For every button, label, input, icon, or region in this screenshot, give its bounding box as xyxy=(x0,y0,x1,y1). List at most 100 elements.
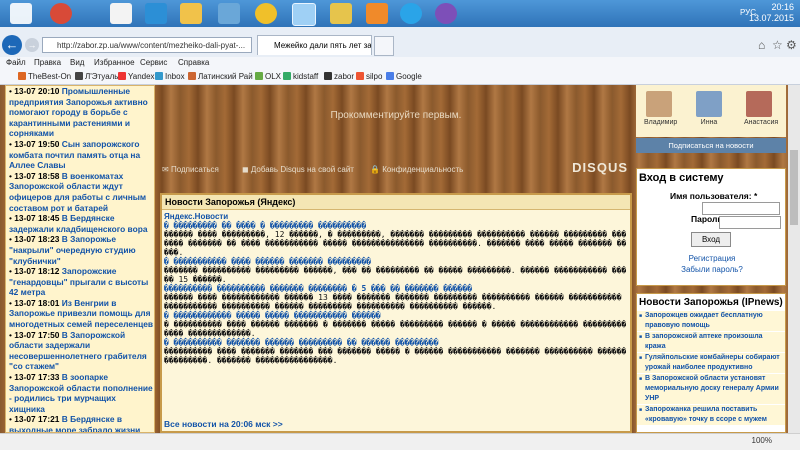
fav-letual[interactable]: Л'Этуаль xyxy=(75,72,118,81)
news-time: 13-07 17:33 xyxy=(14,372,60,383)
all-news-link[interactable]: Все новости на 20:06 мск >> xyxy=(164,419,283,429)
fav-silpo[interactable]: silpo xyxy=(356,72,382,81)
yandex-item-link[interactable]: � ���������� ������� ������ ��������� ��… xyxy=(164,338,628,347)
fav-inbox[interactable]: Inbox xyxy=(155,72,185,81)
ipnews-items: Запорожцев ожидает бесплатную правовую п… xyxy=(637,311,785,425)
right-sidebar: Владимир Инна Анастасия Подписаться на н… xyxy=(636,85,788,433)
fav-kidstaff[interactable]: kidstaff xyxy=(283,72,318,81)
menu-help[interactable]: Справка xyxy=(178,58,209,67)
windows-start-icon[interactable] xyxy=(10,3,32,24)
password-input[interactable] xyxy=(719,216,781,229)
plane-taskbar-icon[interactable] xyxy=(145,3,167,24)
book-taskbar-icon[interactable] xyxy=(110,3,132,24)
avatar xyxy=(696,91,722,117)
viber-taskbar-icon[interactable] xyxy=(435,3,457,24)
fav-thebest[interactable]: TheBest-On xyxy=(18,72,71,81)
register-link[interactable]: Регистрация xyxy=(637,254,787,263)
menu-bar: Файл Правка Вид Избранное Сервис Справка xyxy=(0,57,800,70)
files-taskbar-icon[interactable] xyxy=(330,3,352,24)
ipnews-item[interactable]: В запорожской аптеке произошла кража xyxy=(637,332,785,352)
username-label: Имя пользователя: * xyxy=(670,191,758,201)
login-button[interactable]: Вход xyxy=(691,232,731,247)
user-card[interactable]: Владимир xyxy=(644,91,677,126)
subscribe-news-button[interactable]: Подписаться на новости xyxy=(636,138,786,153)
zoom-level[interactable]: 100% xyxy=(752,436,772,445)
menu-favorites[interactable]: Избранное xyxy=(94,58,135,67)
yandex-item-text: ������ ���� ������������ ������ 13 ���� … xyxy=(164,293,622,311)
disqus-section: Прокомментируйте первым. ✉ Подписаться ◼… xyxy=(160,85,632,180)
chrome-taskbar-icon[interactable] xyxy=(50,3,72,24)
yandex-items: � ��������� �� ���� � ��������� ��������… xyxy=(162,221,630,365)
disqus-subscribe-link[interactable]: ✉ Подписаться xyxy=(162,165,219,174)
yandex-item-link[interactable]: ���������� ���������� ������� �������� �… xyxy=(164,284,628,293)
fav-zabor[interactable]: zabor xyxy=(324,72,354,81)
home-icon[interactable]: ⌂ xyxy=(758,38,765,52)
news-item: • 13-07 19:50 Сын запорожского комбата п… xyxy=(9,138,141,171)
ipnews-item[interactable]: Запорожцев ожидает бесплатную правовую п… xyxy=(637,311,785,331)
ipnews-title: Новости Запорожья (IPnews) xyxy=(639,297,783,308)
new-tab-button[interactable] xyxy=(374,36,394,56)
forward-button[interactable]: → xyxy=(25,38,39,52)
forgot-password-link[interactable]: Забыли пароль? xyxy=(637,265,787,274)
yandex-item-text: ���������� ���� ������� ������� ��� ����… xyxy=(164,347,627,365)
avatar xyxy=(746,91,772,117)
news-item: • 13-07 17:50 В Запорожской области заде… xyxy=(9,329,147,372)
news-item: • 13-07 18:23 В Запорожье "накрыли" очер… xyxy=(9,234,136,266)
status-bar: 100% xyxy=(0,433,800,450)
news-time: 13-07 18:23 xyxy=(14,234,60,245)
fav-olx[interactable]: OLX xyxy=(255,72,281,81)
clock[interactable]: 20:16 13.07.2015 xyxy=(749,2,794,24)
yandex-item-text: ������ ���� ���������, 12 ������, � ����… xyxy=(164,230,627,257)
google-chrome-taskbar-icon[interactable] xyxy=(255,3,277,24)
menu-tools[interactable]: Сервис xyxy=(140,58,167,67)
menu-view[interactable]: Вид xyxy=(70,58,84,67)
user-card[interactable]: Инна xyxy=(694,91,724,126)
avatar xyxy=(646,91,672,117)
browser-tab[interactable]: Межейко дали пять лет за ... xyxy=(257,35,372,55)
news-time: 13-07 17:50 xyxy=(14,329,60,340)
login-panel: Вход в систему Имя пользователя: * Парол… xyxy=(636,168,786,286)
skype-taskbar-icon[interactable] xyxy=(400,3,422,24)
menu-file[interactable]: Файл xyxy=(6,58,26,67)
privacy-link[interactable]: 🔒 Конфиденциальность xyxy=(370,165,463,174)
fav-latin-rai[interactable]: Латинский Рай xyxy=(188,72,253,81)
web-page: • 13-07 20:10 Промышленные предприятия З… xyxy=(0,85,800,433)
ipnews-item[interactable]: Запорожанка решила поставить «кровавую» … xyxy=(637,405,785,425)
login-title: Вход в систему xyxy=(639,172,724,184)
yandex-news-block: Новости Запорожья (Яндекс) Яндекс.Новост… xyxy=(160,193,632,433)
clock-time: 20:16 xyxy=(771,2,794,12)
ipnews-item[interactable]: В Запорожской области установят мемориал… xyxy=(637,374,785,404)
taskbar: РУС 20:16 13.07.2015 xyxy=(0,0,800,27)
favorites-bar: TheBest-On Л'Этуаль Yandex Inbox Латинск… xyxy=(0,70,800,85)
news-time: 13-07 18:12 xyxy=(14,266,60,277)
news-item: • 13-07 18:45 В Бердянске задержали клад… xyxy=(9,213,148,234)
user-card[interactable]: Анастасия xyxy=(744,91,778,126)
yandex-item-link[interactable]: � ������������ ����� ����� ����������� �… xyxy=(164,311,628,320)
yandex-item-text: � ���������� ���� ������ ������� � �����… xyxy=(164,320,627,338)
news-time: 13-07 20:10 xyxy=(14,86,60,96)
ipnews-item[interactable]: Гуляйпольские комбайнеры собирают урожай… xyxy=(637,353,785,373)
gear-icon[interactable]: ⚙ xyxy=(786,38,797,52)
comment-first-prompt: Прокомментируйте первым. xyxy=(330,110,462,121)
news-time: 13-07 18:58 xyxy=(14,170,60,181)
page-scrollbar[interactable] xyxy=(788,85,800,433)
scrollbar-thumb[interactable] xyxy=(790,150,798,225)
star-icon[interactable]: ☆ xyxy=(772,38,783,52)
menu-edit[interactable]: Правка xyxy=(34,58,61,67)
player-taskbar-icon[interactable] xyxy=(366,3,388,24)
back-button[interactable]: ← xyxy=(2,35,22,55)
news-time: 13-07 17:21 xyxy=(14,414,60,425)
yandex-item-link[interactable]: � ����������� ���� ������ ������� ������… xyxy=(164,257,628,266)
yandex-item-link[interactable]: � ��������� �� ���� � ��������� ��������… xyxy=(164,221,628,230)
media-taskbar-icon[interactable] xyxy=(218,3,240,24)
fav-google[interactable]: Google xyxy=(386,72,422,81)
yandex-news-link[interactable]: Яндекс.Новости xyxy=(164,212,630,221)
internet-explorer-taskbar-icon[interactable] xyxy=(292,3,316,26)
folder-taskbar-icon[interactable] xyxy=(180,3,202,24)
fav-yandex[interactable]: Yandex xyxy=(118,72,155,81)
url-input[interactable]: http://zabor.zp.ua/www/content/mezheiko-… xyxy=(42,37,252,53)
ipnews-block: Новости Запорожья (IPnews) Запорожцев ож… xyxy=(636,293,786,433)
add-disqus-link[interactable]: ◼ Добавь Disqus на свой сайт xyxy=(242,165,354,174)
news-item: • 13-07 17:33 В зоопарке Запорожской обл… xyxy=(9,372,153,414)
clock-date: 13.07.2015 xyxy=(748,13,794,23)
